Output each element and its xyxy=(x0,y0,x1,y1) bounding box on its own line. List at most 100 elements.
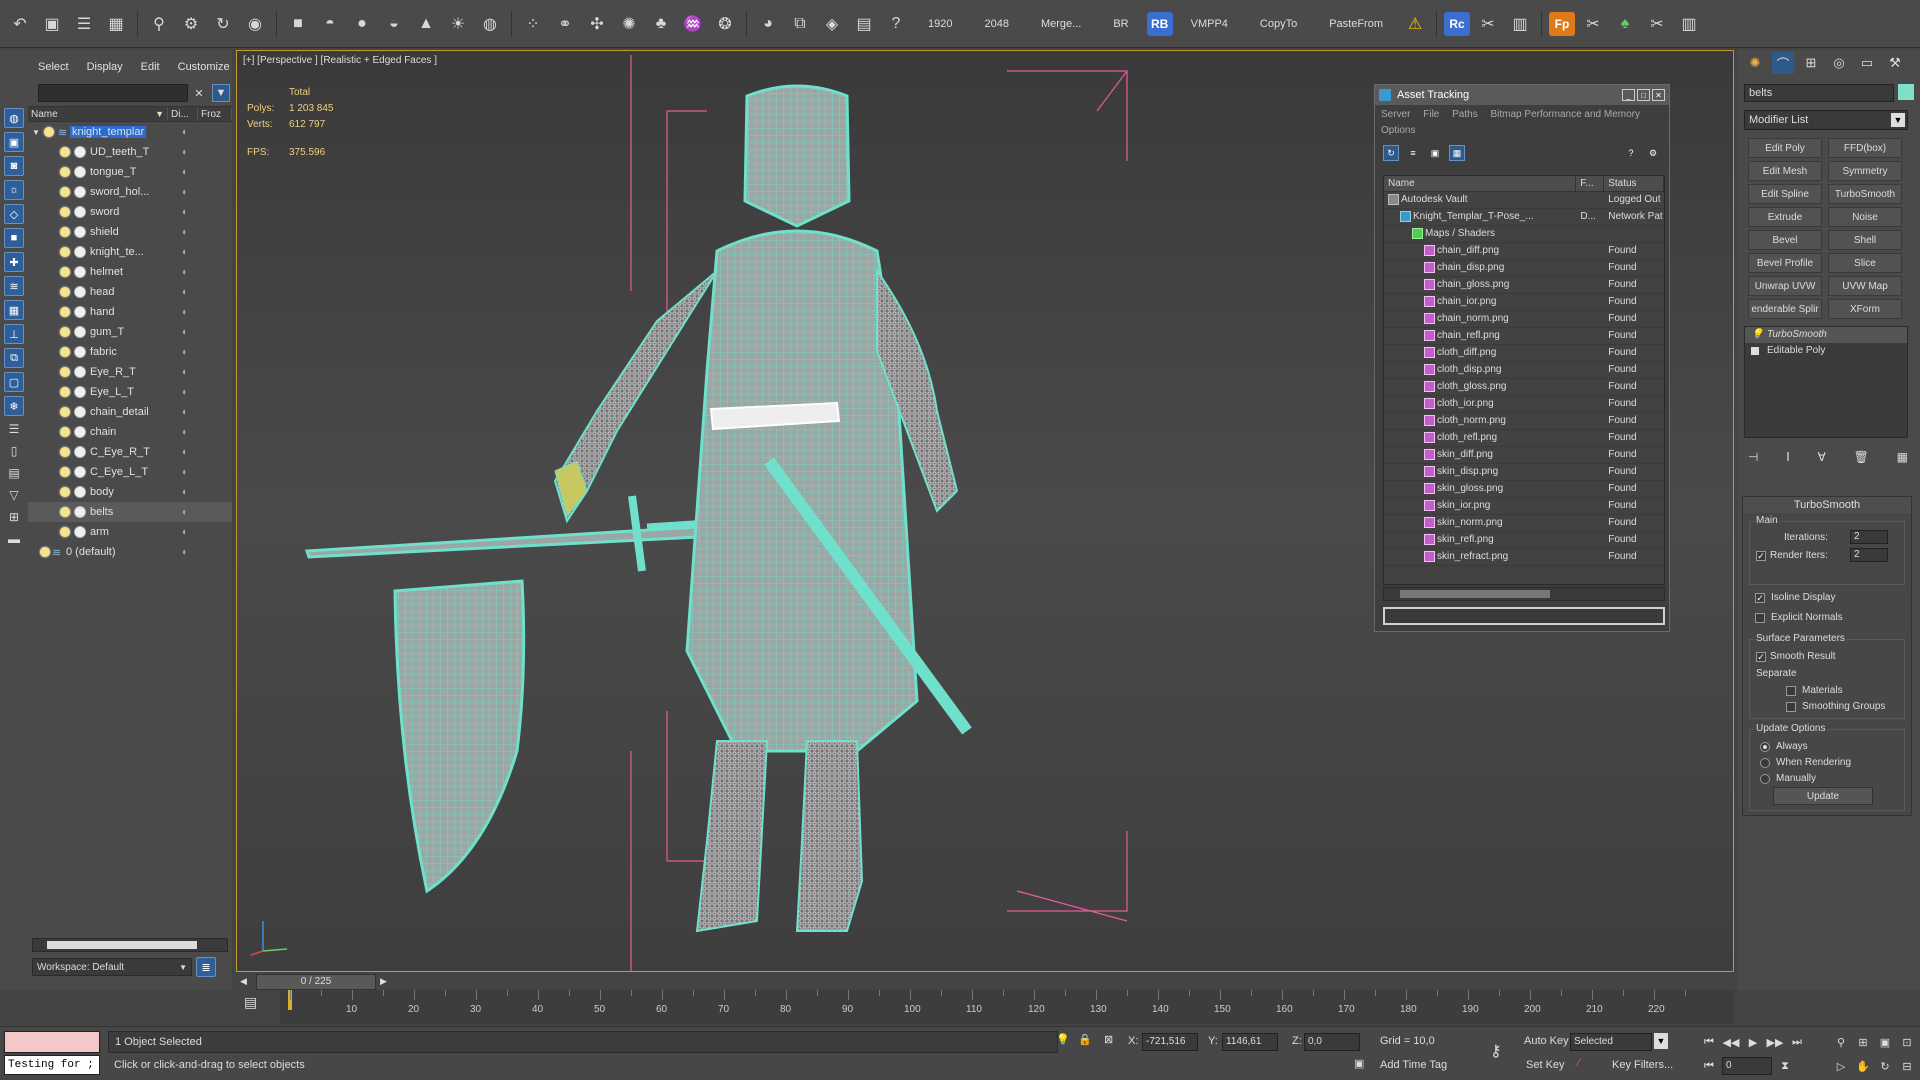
pan-icon[interactable]: ✋ xyxy=(1854,1057,1872,1075)
modifier-button[interactable]: Edit Spline xyxy=(1748,184,1822,204)
sheet2-icon[interactable]: ▥ xyxy=(1675,10,1703,38)
refresh-icon[interactable]: ↻ xyxy=(1383,145,1399,161)
explorer-row[interactable]: tongue_T ◐ xyxy=(28,162,232,182)
cone-icon[interactable]: ▲ xyxy=(412,10,440,38)
warning-icon[interactable]: ⚠ xyxy=(1401,10,1429,38)
always-radio[interactable] xyxy=(1760,742,1770,752)
stack-item-turbosmooth[interactable]: 💡 TurboSmooth xyxy=(1745,327,1907,343)
stack-item-editable-poly[interactable]: Editable Poly xyxy=(1745,343,1907,359)
asset-row[interactable]: Autodesk Vault Logged Out xyxy=(1384,192,1664,209)
toolbar-item[interactable]: Merge... xyxy=(1027,18,1095,30)
table-view-icon[interactable]: ▦ xyxy=(1449,145,1465,161)
motion-tab-icon[interactable]: ◎ xyxy=(1828,52,1850,74)
bind-icon[interactable]: ⚙ xyxy=(177,10,205,38)
asset-row[interactable]: Knight_Templar_T-Pose_... D... Network Pat xyxy=(1384,209,1664,226)
dome-icon[interactable]: ◓ xyxy=(316,10,344,38)
explorer-row[interactable]: Eye_R_T ◐ xyxy=(28,362,232,382)
col-frozen[interactable]: Froz xyxy=(198,107,232,121)
list-view-icon[interactable]: ≡ xyxy=(1405,145,1421,161)
explorer-row[interactable]: UD_teeth_T ◐ xyxy=(28,142,232,162)
curve-editor-icon[interactable]: ▤ xyxy=(244,994,257,1011)
zoom-all-icon[interactable]: ⊞ xyxy=(1854,1033,1872,1051)
asset-tracking-titlebar[interactable]: Asset Tracking _ □ ✕ xyxy=(1375,85,1669,105)
orbit-icon[interactable]: ↻ xyxy=(1876,1057,1894,1075)
add-time-tag[interactable]: Add Time Tag xyxy=(1380,1055,1447,1075)
maximize-icon[interactable]: □ xyxy=(1637,89,1650,101)
z-field[interactable]: 0,0 xyxy=(1304,1033,1360,1051)
modifier-button[interactable]: FFD(box) xyxy=(1828,138,1902,158)
modifier-button[interactable]: Unwrap UVW xyxy=(1748,276,1822,296)
time-slider-thumb[interactable]: 0 / 225 xyxy=(256,974,376,990)
modifier-button[interactable]: TurboSmooth xyxy=(1828,184,1902,204)
close-icon[interactable]: ✕ xyxy=(1652,89,1665,101)
zoom-icon[interactable]: ⚲ xyxy=(1832,1033,1850,1051)
asset-status-field[interactable] xyxy=(1383,607,1665,625)
help-icon[interactable]: ? xyxy=(1623,145,1639,161)
bone-icon[interactable]: ✣ xyxy=(583,10,611,38)
explorer-row[interactable]: fabric ◐ xyxy=(28,342,232,362)
col-display[interactable]: Di... xyxy=(168,107,198,121)
explorer-row[interactable]: Eye_L_T ◐ xyxy=(28,382,232,402)
time-slider[interactable]: ◀ 0 / 225 ▶ xyxy=(236,974,1734,990)
at-menu-bitmap[interactable]: Bitmap Performance and Memory xyxy=(1491,109,1641,120)
configure-sets-icon[interactable]: ▦ xyxy=(1897,450,1908,464)
add-time-tag-icon[interactable]: ▣ xyxy=(1354,1057,1364,1070)
material-icon[interactable]: ◈ xyxy=(818,10,846,38)
asset-row[interactable]: chain_disp.png Found xyxy=(1384,260,1664,277)
spacewarp-icon[interactable]: ≋ xyxy=(4,276,24,296)
fov-icon[interactable]: ▷ xyxy=(1832,1057,1850,1075)
auto-key-button[interactable]: Auto Key xyxy=(1524,1031,1569,1051)
doc-strip-icon[interactable]: ▯ xyxy=(5,442,23,460)
camera-icon[interactable]: ◙ xyxy=(4,156,24,176)
key-filters-button[interactable]: Key Filters... xyxy=(1612,1055,1673,1075)
asset-hscroll[interactable] xyxy=(1383,587,1665,601)
explorer-row[interactable]: body ◐ xyxy=(28,482,232,502)
sheet-icon[interactable]: ▥ xyxy=(1506,10,1534,38)
rotate-icon[interactable]: ↻ xyxy=(209,10,237,38)
image-icon[interactable]: ▣ xyxy=(38,10,66,38)
asset-row[interactable]: chain_norm.png Found xyxy=(1384,311,1664,328)
menu-select[interactable]: Select xyxy=(38,61,69,73)
scene-explorer-icon[interactable]: ◍ xyxy=(4,108,24,128)
isolate-icon[interactable]: 💡 xyxy=(1056,1033,1070,1046)
explorer-row[interactable]: belts ◐ xyxy=(28,502,232,522)
menu-customize[interactable]: Customize xyxy=(178,61,230,73)
asset-row[interactable]: cloth_disp.png Found xyxy=(1384,362,1664,379)
asset-row[interactable]: cloth_refl.png Found xyxy=(1384,430,1664,447)
set-key-icon[interactable]: ⁄ xyxy=(1578,1057,1580,1069)
object-color-swatch[interactable] xyxy=(1898,84,1914,100)
update-button[interactable]: Update xyxy=(1773,787,1873,805)
menu-display[interactable]: Display xyxy=(87,61,123,73)
modifier-button[interactable]: Edit Poly xyxy=(1748,138,1822,158)
hierarchy-strip-icon[interactable]: ⊞ xyxy=(5,508,23,526)
toolbar-item[interactable]: CopyTo xyxy=(1246,18,1311,30)
toolbar-item[interactable]: PasteFrom xyxy=(1315,18,1397,30)
sphere-icon[interactable]: ● xyxy=(348,10,376,38)
lock-icon[interactable]: 🔒 xyxy=(1078,1033,1092,1046)
asset-row[interactable]: skin_gloss.png Found xyxy=(1384,481,1664,498)
modifier-button[interactable]: Shell xyxy=(1828,230,1902,250)
explorer-row[interactable]: hand ◐ xyxy=(28,302,232,322)
layer-icon[interactable]: ▤ xyxy=(850,10,878,38)
fp-badge[interactable]: Fp xyxy=(1549,11,1575,36)
modifier-button[interactable]: Slice xyxy=(1828,253,1902,273)
isoline-checkbox[interactable]: ✓ xyxy=(1755,593,1765,603)
time-config-icon[interactable]: ⧗ xyxy=(1776,1057,1794,1075)
explorer-row[interactable]: gum_T ◐ xyxy=(28,322,232,342)
explorer-row[interactable]: sword_hol... ◐ xyxy=(28,182,232,202)
render-iters-spinner[interactable]: 2 xyxy=(1850,548,1888,562)
select-icon[interactable]: ▣ xyxy=(4,132,24,152)
container-icon[interactable]: ▢ xyxy=(4,372,24,392)
layer-strip-icon[interactable]: ▬ xyxy=(5,530,23,548)
col-name[interactable]: Name xyxy=(1384,176,1577,191)
display-tab-icon[interactable]: ▭ xyxy=(1856,52,1878,74)
asset-row[interactable]: cloth_diff.png Found xyxy=(1384,345,1664,362)
undo-icon[interactable]: ↶ xyxy=(6,10,34,38)
track-bar[interactable]: 10 20 30 40 50 60 70 80 90 100 110 120 130 140 150 160 1… xyxy=(280,990,1734,1024)
col-status[interactable]: Status xyxy=(1604,176,1664,191)
asset-row[interactable]: skin_norm.png Found xyxy=(1384,515,1664,532)
explorer-row[interactable]: ▼ ≋ knight_templar ◐ xyxy=(28,122,232,142)
explorer-row[interactable]: knight_te... ◐ xyxy=(28,242,232,262)
hierarchy-tab-icon[interactable]: ⊞ xyxy=(1800,52,1822,74)
modifier-button[interactable]: Bevel xyxy=(1748,230,1822,250)
